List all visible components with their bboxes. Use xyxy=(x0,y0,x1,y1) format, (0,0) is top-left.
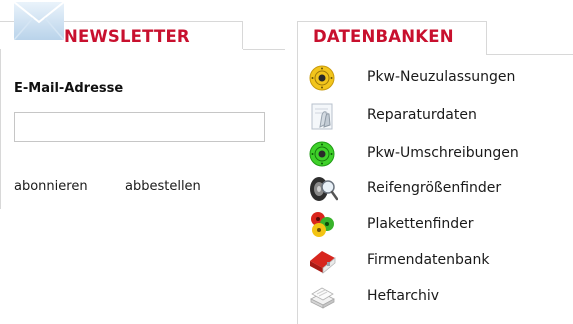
company-building-icon xyxy=(310,251,336,274)
database-item-label: Plakettenfinder xyxy=(367,216,474,232)
database-item-reifengroessenfinder[interactable]: Reifengrößenfinder xyxy=(308,174,568,204)
green-inspection-sticker-icon xyxy=(309,141,335,167)
newsletter-panel-left-border xyxy=(0,21,1,209)
email-input[interactable] xyxy=(14,112,265,142)
database-item-label: Pkw-Neuzulassungen xyxy=(367,69,516,85)
database-item-firmendatenbank[interactable]: Firmendatenbank xyxy=(308,246,568,276)
databases-panel-left-border xyxy=(297,21,298,324)
unsubscribe-link[interactable]: abbestellen xyxy=(125,179,201,194)
emission-stickers-icon xyxy=(311,212,334,237)
database-item-neuzulassungen[interactable]: Pkw-Neuzulassungen xyxy=(308,63,568,93)
yellow-inspection-sticker-icon xyxy=(309,65,335,91)
databases-divider xyxy=(487,54,573,55)
newsletter-title: NEWSLETTER xyxy=(64,27,190,46)
magazine-archive-icon xyxy=(310,287,335,309)
database-item-label: Firmendatenbank xyxy=(367,252,490,268)
database-item-umschreibungen[interactable]: Pkw-Umschreibungen xyxy=(308,139,568,169)
database-item-label: Reparaturdaten xyxy=(367,107,477,123)
database-item-reparaturdaten[interactable]: Reparaturdaten xyxy=(308,101,568,131)
newsletter-divider-right xyxy=(243,49,285,50)
database-item-label: Pkw-Umschreibungen xyxy=(367,145,519,161)
email-label: E-Mail-Adresse xyxy=(14,81,124,96)
database-item-plakettenfinder[interactable]: Plakettenfinder xyxy=(308,210,568,240)
database-item-label: Heftarchiv xyxy=(367,288,440,304)
repair-document-icon xyxy=(311,103,333,130)
database-item-heftarchiv[interactable]: Heftarchiv xyxy=(308,282,568,312)
tire-magnifier-icon xyxy=(310,177,338,201)
database-item-label: Reifengrößenfinder xyxy=(367,180,502,196)
databases-title: DATENBANKEN xyxy=(313,27,454,46)
subscribe-link[interactable]: abonnieren xyxy=(14,179,88,194)
envelope-icon xyxy=(14,2,64,40)
